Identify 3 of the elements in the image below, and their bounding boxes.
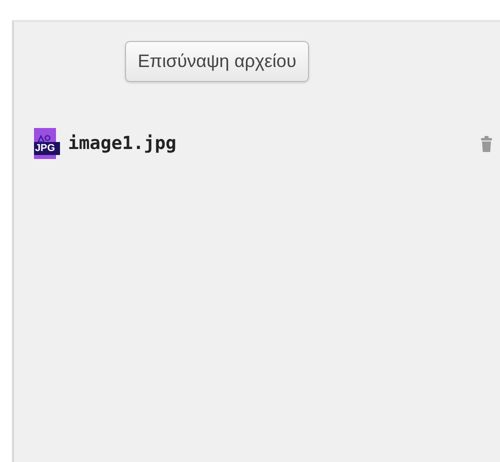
attach-file-button[interactable]: Επισύναψη αρχείου	[124, 41, 310, 82]
file-name[interactable]: image1.jpg	[68, 133, 481, 154]
trash-icon[interactable]	[481, 136, 492, 152]
